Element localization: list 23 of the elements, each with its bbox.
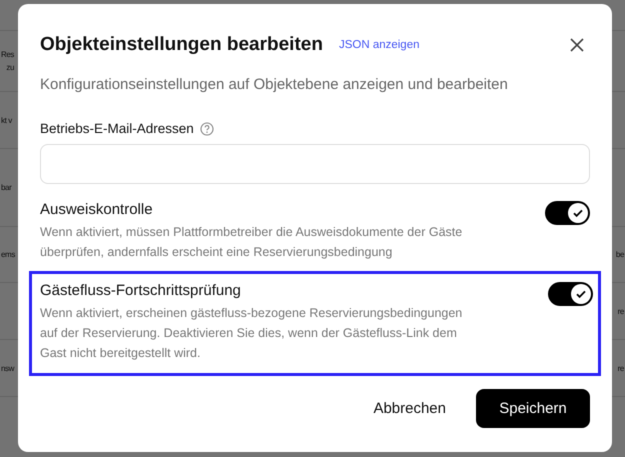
toggle-switch[interactable] xyxy=(548,282,593,306)
table-cell-text: nsw xyxy=(1,362,14,374)
setting-description: Wenn aktiviert, müssen Plattformbetreiber die Ausweisdokumente der Gäste überprüfen, andernfalls erscheint eine Reservierungsbedingung xyxy=(40,224,464,261)
dialog-title: Objekteinstellungen bearbeiten xyxy=(40,34,323,56)
table-cell-text: re xyxy=(618,362,624,374)
field-label: Betriebs-E-Mail-Adressen xyxy=(40,121,194,136)
setting-title: Gästefluss-Fortschrittsprüfung xyxy=(40,282,242,299)
table-cell-text: bar xyxy=(1,182,12,194)
help-icon[interactable] xyxy=(200,122,214,136)
table-cell-text: ems xyxy=(1,249,15,261)
table-cell-text: Res zu xyxy=(1,49,14,74)
setting-title: Ausweiskontrolle xyxy=(40,201,154,218)
setting-description: Wenn aktiviert, erscheinen gästefluss-bezogene Reservierungsbedingungen auf der Reservierung. Deaktivieren Sie dies, wenn der Gästefluss-Link dem Gast nicht bereitgestellt wird. xyxy=(40,305,464,362)
dialog-subtitle: Konfigurationseinstellungen auf Objektebene anzeigen und bearbeiten xyxy=(40,76,509,93)
email-input-field[interactable] xyxy=(40,144,590,184)
json-link[interactable]: JSON anzeigen xyxy=(338,39,420,51)
table-cell-text: re xyxy=(618,306,624,318)
table-cell-text: be xyxy=(616,249,624,261)
table-cell-text: kt v xyxy=(1,114,12,126)
cancel-button[interactable]: Abbrechen xyxy=(357,389,462,428)
toggle-switch[interactable] xyxy=(545,201,590,225)
save-button[interactable]: Speichern xyxy=(476,389,590,428)
close-button[interactable] xyxy=(568,36,586,54)
